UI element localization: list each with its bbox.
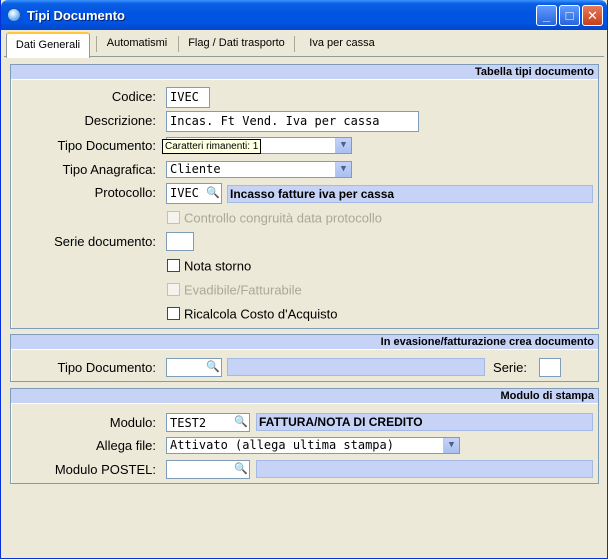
tipo-anagrafica-label: Tipo Anagrafica: xyxy=(62,162,156,177)
protocollo-label: Protocollo: xyxy=(94,185,156,200)
section-header: Tabella tipi documento xyxy=(11,65,598,80)
ricalcola-checkbox[interactable] xyxy=(167,307,180,321)
descrizione-field[interactable]: Incas. Ft Vend. Iva per cassa xyxy=(166,111,419,132)
modulo-postel-label: Modulo POSTEL: xyxy=(54,462,156,477)
serie-field[interactable] xyxy=(539,358,561,377)
magnifier-icon[interactable]: 🔍 xyxy=(206,186,220,200)
chevron-down-icon[interactable]: ▼ xyxy=(443,438,459,453)
protocollo-value: IVEC xyxy=(170,186,199,200)
minimize-button[interactable]: _ xyxy=(536,5,557,26)
codice-label: Codice: xyxy=(111,89,156,104)
modulo-value: TEST2 xyxy=(170,416,207,430)
modulo-field[interactable]: TEST2 🔍 xyxy=(166,413,250,432)
nota-storno-checkbox-row[interactable]: Nota storno xyxy=(167,258,251,274)
allega-file-value: Attivato (allega ultima stampa) xyxy=(170,438,394,452)
tipo-documento-evasione-field[interactable]: 🔍 xyxy=(166,358,222,377)
tipo-documento-evasione-label: Tipo Documento: xyxy=(57,360,156,375)
controllo-congruita-label: Controllo congruità data protocollo xyxy=(184,210,383,226)
chevron-down-icon[interactable]: ▼ xyxy=(335,162,351,177)
modulo-description: FATTURA/NOTA DI CREDITO xyxy=(256,413,593,431)
tab-iva-per-cassa[interactable]: Iva per cassa xyxy=(295,32,389,57)
section-evasione-fatturazione: In evasione/fatturazione crea documento … xyxy=(10,334,599,382)
codice-field[interactable]: IVEC xyxy=(166,87,210,108)
ricalcola-checkbox-row[interactable]: Ricalcola Costo d'Acquisto xyxy=(167,306,338,322)
section-tabella-tipi-documento: Tabella tipi documento Codice: IVEC Desc… xyxy=(10,64,599,329)
serie-documento-label: Serie documento: xyxy=(54,234,156,249)
modulo-postel-description xyxy=(256,460,593,478)
section-header: Modulo di stampa xyxy=(11,389,598,404)
descrizione-label: Descrizione: xyxy=(84,113,156,128)
maximize-button[interactable]: □ xyxy=(559,5,580,26)
window-title: Tipi Documento xyxy=(27,8,125,23)
tab-dati-generali[interactable]: Dati Generali xyxy=(6,32,90,58)
modulo-label: Modulo: xyxy=(109,415,156,430)
allega-file-select[interactable]: Attivato (allega ultima stampa) ▼ xyxy=(166,437,460,454)
section-modulo-di-stampa: Modulo di stampa Modulo: TEST2 🔍 FATTURA… xyxy=(10,388,599,484)
evadibile-checkbox xyxy=(167,283,180,297)
modulo-postel-field[interactable]: 🔍 xyxy=(166,460,250,479)
magnifier-icon[interactable]: 🔍 xyxy=(234,415,248,429)
tab-automatismi[interactable]: Automatismi xyxy=(97,32,177,57)
controllo-congruita-checkbox-row: Controllo congruità data protocollo xyxy=(167,210,382,226)
section-header: In evasione/fatturazione crea documento xyxy=(11,335,598,350)
tab-bar: Dati Generali Automatismi Flag / Dati tr… xyxy=(4,31,604,58)
nota-storno-label: Nota storno xyxy=(184,258,252,274)
magnifier-icon[interactable]: 🔍 xyxy=(206,360,220,374)
controllo-congruita-checkbox xyxy=(167,211,180,225)
tipo-anagrafica-select[interactable]: Cliente ▼ xyxy=(166,161,352,178)
tipo-anagrafica-value: Cliente xyxy=(170,162,221,176)
tipo-documento-label: Tipo Documento: xyxy=(57,138,156,153)
serie-label: Serie: xyxy=(493,360,527,375)
window: Tipi Documento _ □ ✕ Dati Generali Autom… xyxy=(0,0,608,559)
chevron-down-icon[interactable]: ▼ xyxy=(335,138,351,153)
protocollo-field[interactable]: IVEC 🔍 xyxy=(166,183,222,204)
app-icon xyxy=(7,8,21,22)
title-bar[interactable]: Tipi Documento _ □ ✕ xyxy=(1,0,607,30)
nota-storno-checkbox[interactable] xyxy=(167,259,180,273)
evadibile-label: Evadibile/Fatturabile xyxy=(184,282,302,298)
evadibile-checkbox-row: Evadibile/Fatturabile xyxy=(167,282,302,298)
tooltip-caratteri-rimanenti: Caratteri rimanenti: 1 xyxy=(162,139,262,154)
magnifier-icon[interactable]: 🔍 xyxy=(234,462,248,476)
protocollo-description: Incasso fatture iva per cassa xyxy=(227,185,593,203)
close-button[interactable]: ✕ xyxy=(582,5,603,26)
allega-file-label: Allega file: xyxy=(96,438,156,453)
ricalcola-label: Ricalcola Costo d'Acquisto xyxy=(184,306,338,322)
tab-flag-dati-trasporto[interactable]: Flag / Dati trasporto xyxy=(179,32,294,57)
tipo-documento-evasione-description xyxy=(227,358,485,376)
serie-documento-field[interactable] xyxy=(166,232,194,251)
